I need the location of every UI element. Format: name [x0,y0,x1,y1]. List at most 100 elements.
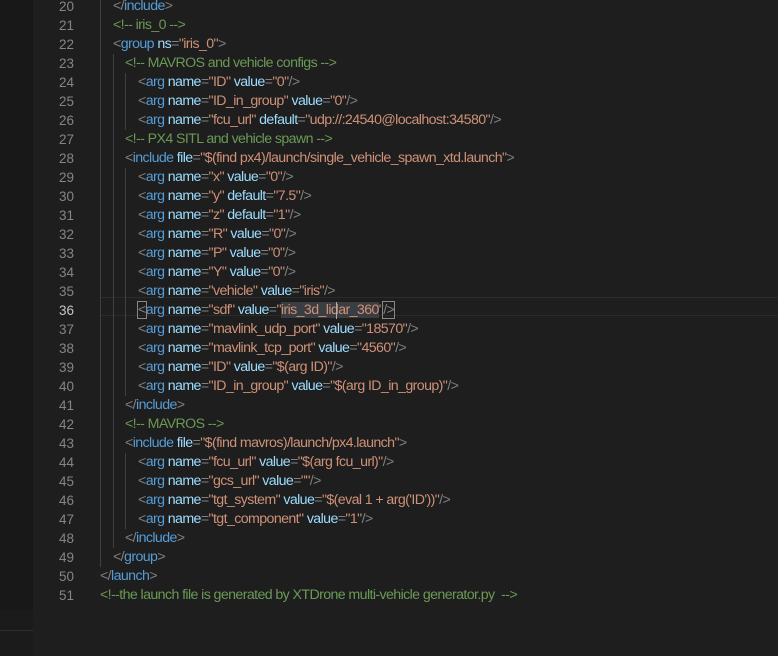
code-token: = [200,359,209,375]
code-token: arg [145,226,165,242]
line-number: 50 [58,569,74,584]
code-line[interactable]: <group ns="iris_0"> [113,35,226,54]
code-token: name [167,188,202,204]
code-line[interactable]: </include> [125,529,185,548]
code-line[interactable]: <arg name="ID" value="0"/> [138,73,300,92]
code-token: "0" [330,93,347,109]
code-line[interactable]: <arg name="z" default="1"/> [138,206,301,225]
line-number: 46 [58,493,74,508]
code-token: value [323,321,355,337]
code-line[interactable]: <arg name="Y" value="0"/> [138,263,296,282]
code-line[interactable]: </launch> [100,567,158,586]
code-token: "ID" [208,74,231,90]
code-token: > [164,0,173,14]
line-number: 25 [58,94,74,109]
indent-guide [125,168,126,396]
code-line[interactable]: <arg name="ID_in_group" value="$(arg ID_… [138,377,459,396]
code-line[interactable]: <arg name="ID" value="$(arg ID)"/> [138,358,343,377]
code-token: arg [145,93,165,109]
code-token: name [167,226,202,242]
code-token: "mavlink_tcp_port" [208,340,316,356]
code-line[interactable]: <!-- iris_0 --> [113,16,186,35]
code-line[interactable]: <arg name="gcs_url" value=""/> [138,472,321,491]
code-editor[interactable]: </include> <!-- iris_0 --> <group ns="iris… [88,0,778,656]
code-token: name [167,321,202,337]
code-line[interactable]: <arg name="mavlink_udp_port" value="1857… [138,320,419,339]
code-line[interactable]: <arg name="fcu_url" default="udp://:2454… [138,111,502,130]
code-line[interactable]: <!-- MAVROS --> [125,415,224,434]
code-token: default [259,112,298,128]
code-token: "x" [208,169,225,185]
code-line[interactable]: </include> [125,396,185,415]
code-line[interactable]: <!-- PX4 SITL and vehicle spawn --> [125,130,333,149]
code-token: value [259,454,291,470]
line-number: 22 [58,37,74,52]
code-token: > [176,397,185,413]
line-number: 37 [58,322,74,337]
code-line[interactable]: <arg name="x" value="0"/> [138,168,294,187]
code-line[interactable]: <arg name="R" value="0"/> [138,225,297,244]
code-token: "18570" [361,321,408,337]
code-token: "sdf" [208,302,236,318]
code-token: = [200,321,209,337]
code-token: = [200,264,209,280]
code-line[interactable]: <arg name="tgt_system" value="$(eval 1 +… [138,491,451,510]
code-token: <!-- MAVROS and vehicle configs --> [125,55,337,71]
code-token: > [506,150,515,166]
code-line[interactable]: <!-- MAVROS and vehicle configs --> [125,54,337,73]
code-token: = [200,283,209,299]
code-token: value [227,169,259,185]
code-line[interactable]: <arg name="P" value="0"/> [138,244,296,263]
code-token: arg [145,245,165,261]
code-token: include [132,150,174,166]
code-token: < [138,188,146,204]
code-token: include [136,530,177,546]
code-token: > [176,530,185,546]
code-token: /> [447,378,459,394]
code-token: = [261,226,270,242]
code-token: = [290,454,298,470]
line-number: 21 [58,18,74,33]
code-line[interactable]: <arg name="mavlink_tcp_port" value="4560… [138,339,407,358]
code-line[interactable]: <arg name="vehicle" value="iris"/> [138,282,336,301]
code-token: "0" [272,74,289,90]
code-token: = [200,454,209,470]
code-token: = [200,378,209,394]
code-token: include [136,397,177,413]
code-line[interactable]: <arg name="fcu_url" value="$(arg fcu_url… [138,453,394,472]
code-token: "1" [273,207,290,223]
line-number: 26 [58,113,74,128]
code-token: < [137,301,147,319]
code-token: "$(arg ID_in_group)" [330,378,448,394]
code-token: "ID" [208,359,231,375]
code-line[interactable]: <include file="$(find px4)/launch/single… [125,149,515,168]
code-line[interactable]: </group> [113,548,166,567]
code-line[interactable]: <!--the launch file is generated by XTDr… [100,586,518,605]
code-line[interactable]: <arg name="ID_in_group" value="0"/> [138,92,358,111]
code-token: > [398,435,407,451]
code-line[interactable]: <arg name="tgt_component" value="1"/> [138,510,373,529]
code-token: = [200,302,209,318]
line-number: 43 [58,436,74,451]
code-token: name [167,473,202,489]
code-token: arg [145,454,165,470]
code-line[interactable]: </include> [113,0,173,16]
code-token: = [200,340,209,356]
code-token: < [138,473,146,489]
code-line[interactable]: <arg name="y" default="7.5"/> [138,187,312,206]
code-line[interactable]: <arg name="sdf" value="iris_3d_lidar_360… [137,301,396,320]
code-token: /> [439,492,451,508]
line-number: 20 [58,0,74,14]
code-token: arg [145,188,165,204]
code-token: /> [288,74,301,90]
code-token: < [138,321,146,337]
code-token: > [218,36,226,52]
code-token: "" [300,473,310,489]
side-panel [0,0,33,656]
code-token: < [138,283,146,299]
panel-lower-section [0,610,33,656]
code-line[interactable]: <include file="$(find mavros)/launch/px4… [125,434,407,453]
code-token: < [113,36,121,52]
indent-guide [113,54,114,548]
code-token: name [167,245,202,261]
